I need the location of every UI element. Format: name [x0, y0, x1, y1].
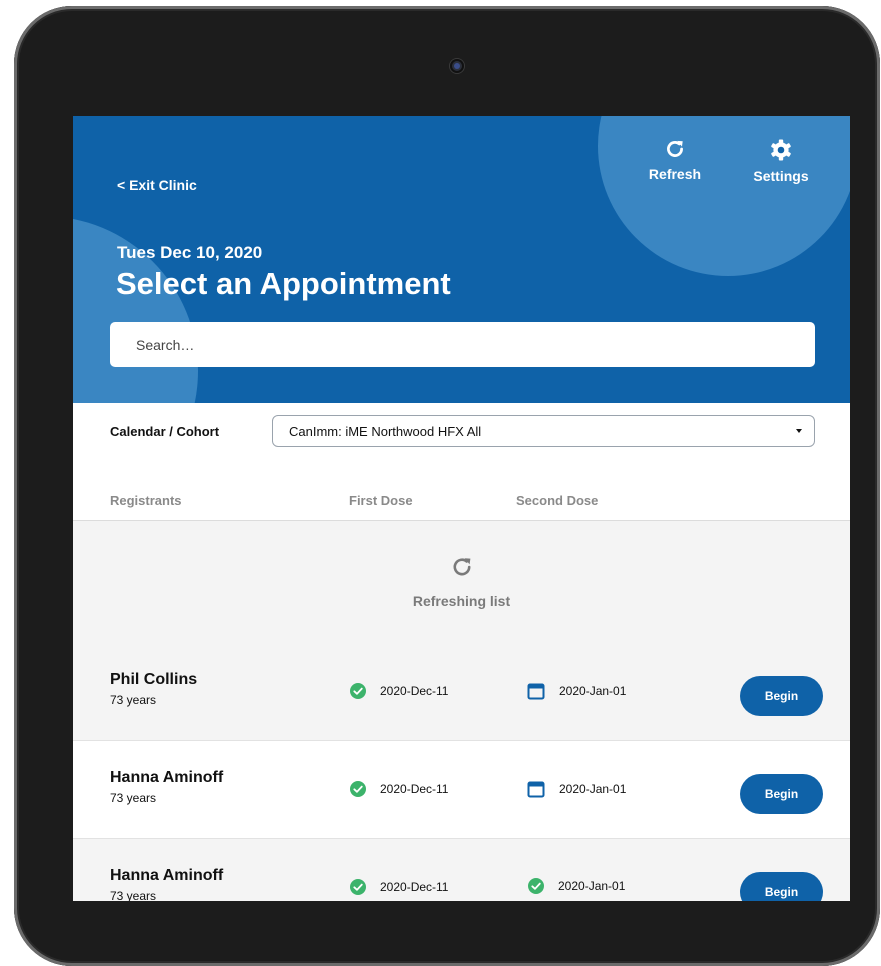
second-dose-date: 2020-Jan-01 — [559, 684, 627, 698]
calendar-icon — [527, 682, 559, 700]
settings-button[interactable]: Settings — [749, 138, 813, 184]
column-header-registrants: Registrants — [110, 493, 182, 508]
second-dose-date: 2020-Jan-01 — [559, 782, 627, 796]
exit-clinic-link[interactable]: < Exit Clinic — [117, 177, 197, 193]
check-icon — [350, 781, 380, 797]
begin-button[interactable]: Begin — [740, 774, 823, 814]
calendar-icon — [527, 780, 559, 798]
refresh-icon — [664, 138, 686, 160]
table-row: Hanna Aminoff 73 years 2020-Dec-11 2020-… — [73, 839, 850, 901]
refreshing-indicator: Refreshing list — [73, 555, 850, 609]
settings-label: Settings — [753, 168, 809, 184]
app-screen: < Exit Clinic Refresh Settings Tues Dec … — [73, 116, 850, 901]
second-dose-cell: 2020-Jan-01 — [528, 878, 625, 894]
second-dose-cell: 2020-Jan-01 — [527, 682, 626, 700]
registrant-age: 73 years — [110, 889, 157, 901]
selected-cohort: CanImm: iME Northwood HFX All — [289, 423, 482, 439]
header-banner: < Exit Clinic Refresh Settings Tues Dec … — [73, 116, 850, 403]
calendar-cohort-select[interactable]: CanImm: iME Northwood HFX All — [272, 415, 815, 447]
camera-icon — [450, 59, 464, 73]
search-placeholder: Search… — [136, 336, 195, 353]
registrant-name: Hanna Aminoff — [110, 867, 224, 884]
current-date: Tues Dec 10, 2020 — [117, 243, 263, 262]
first-dose-date: 2020-Dec-11 — [380, 782, 449, 796]
refresh-icon — [450, 555, 474, 584]
first-dose-cell: 2020-Dec-11 — [350, 879, 448, 895]
registrant-name: Phil Collins — [110, 671, 198, 688]
table-row: Hanna Aminoff 73 years 2020-Dec-11 2020-… — [73, 741, 850, 839]
first-dose-cell: 2020-Dec-11 — [350, 781, 448, 797]
caret-down-icon — [796, 429, 802, 433]
first-dose-date: 2020-Dec-11 — [380, 880, 449, 894]
first-dose-cell: 2020-Dec-11 — [350, 683, 448, 699]
registrant-name: Hanna Aminoff — [110, 769, 224, 786]
calendar-cohort-label: Calendar / Cohort — [110, 424, 220, 439]
begin-button[interactable]: Begin — [740, 872, 823, 901]
check-icon — [350, 879, 380, 895]
gear-icon — [768, 138, 794, 162]
second-dose-date: 2020-Jan-01 — [558, 879, 626, 893]
search-input[interactable]: Search… — [110, 322, 815, 367]
first-dose-date: 2020-Dec-11 — [380, 684, 449, 698]
check-icon — [528, 878, 558, 894]
tablet-frame: < Exit Clinic Refresh Settings Tues Dec … — [14, 6, 880, 966]
column-header-second-dose: Second Dose — [516, 493, 599, 508]
second-dose-cell: 2020-Jan-01 — [527, 780, 626, 798]
registrant-age: 73 years — [110, 693, 157, 707]
appointment-list: Refreshing list Phil Collins 73 years 20… — [73, 520, 850, 901]
check-icon — [350, 683, 380, 699]
begin-button[interactable]: Begin — [740, 676, 823, 716]
registrant-age: 73 years — [110, 791, 157, 805]
column-header-first-dose: First Dose — [349, 493, 413, 508]
refresh-label: Refresh — [648, 166, 702, 182]
refresh-button[interactable]: Refresh — [645, 138, 705, 182]
table-row: Phil Collins 73 years 2020-Dec-11 2020-J… — [73, 643, 850, 741]
refreshing-text: Refreshing list — [412, 593, 511, 609]
page-title: Select an Appointment — [116, 266, 451, 301]
